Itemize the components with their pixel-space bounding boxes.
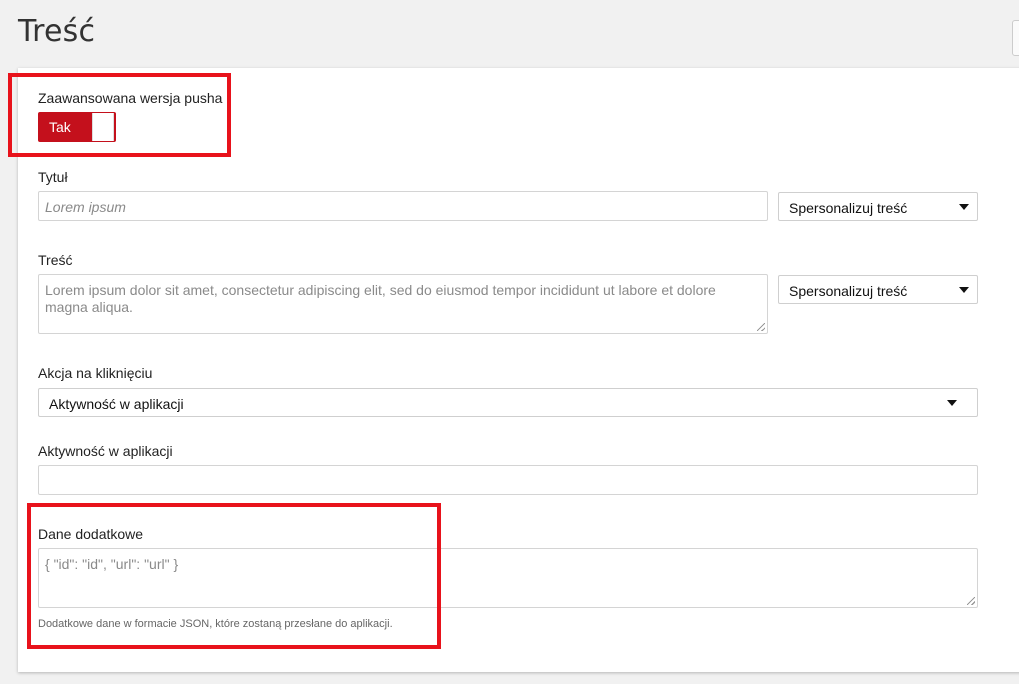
chevron-down-icon	[947, 400, 957, 406]
highlight-box-extra-data	[27, 503, 441, 649]
content-personalize-value: Spersonalizuj treść	[789, 283, 908, 299]
click-action-value: Aktywność w aplikacji	[49, 396, 184, 412]
app-activity-label: Aktywność w aplikacji	[38, 443, 173, 459]
chevron-down-icon	[959, 204, 969, 210]
content-label: Treść	[38, 252, 73, 268]
click-action-select[interactable]: Aktywność w aplikacji	[38, 388, 978, 417]
title-placeholder: Lorem ipsum	[45, 199, 126, 215]
chevron-down-icon	[959, 287, 969, 293]
content-placeholder: Lorem ipsum dolor sit amet, consectetur …	[45, 282, 716, 315]
app-activity-input[interactable]	[38, 465, 978, 495]
content-personalize-select[interactable]: Spersonalizuj treść	[778, 275, 978, 304]
highlight-box-advanced	[8, 73, 231, 157]
title-label: Tytuł	[38, 169, 68, 185]
resize-grip-icon[interactable]	[757, 323, 765, 331]
title-personalize-select[interactable]: Spersonalizuj treść	[778, 192, 978, 221]
title-personalize-value: Spersonalizuj treść	[789, 200, 908, 216]
title-input[interactable]: Lorem ipsum	[38, 191, 768, 221]
page-title: Treść	[18, 14, 96, 49]
resize-grip-icon[interactable]	[967, 597, 975, 605]
top-right-button[interactable]	[1012, 20, 1019, 56]
click-action-label: Akcja na kliknięciu	[38, 365, 153, 381]
content-textarea[interactable]: Lorem ipsum dolor sit amet, consectetur …	[38, 274, 768, 334]
